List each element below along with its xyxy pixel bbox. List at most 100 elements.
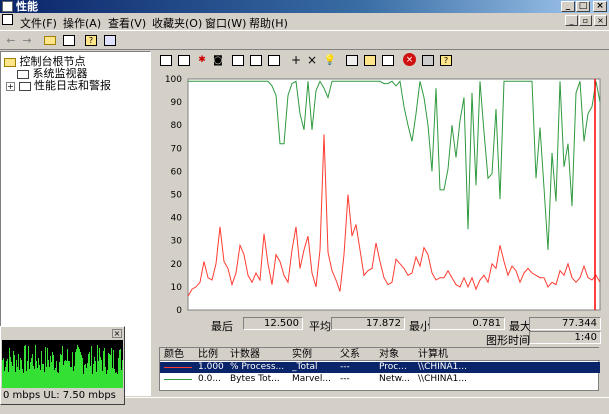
clear-display-icon[interactable] <box>177 53 191 67</box>
logs-icon <box>18 81 31 91</box>
network-activity-bar <box>53 355 54 388</box>
legend-row[interactable]: 1.000 % Process... _Total --- Proc... \\… <box>160 362 600 373</box>
y-tick-label: 60 <box>171 167 183 177</box>
main-toolbar: ← → ? <box>0 30 609 50</box>
network-activity-bar <box>2 360 3 388</box>
system-menu-icon[interactable] <box>2 14 16 28</box>
legend-header-color[interactable]: 颜色 <box>164 348 184 361</box>
network-activity-bar <box>6 361 7 388</box>
menu-window[interactable]: 窗口(W) <box>205 15 246 31</box>
network-activity-bar <box>43 364 44 388</box>
monitor-toolbar: ✱ ◙ + × 💡 × ? <box>153 51 609 71</box>
paste-counter-list-icon[interactable] <box>363 53 377 67</box>
network-activity-bar <box>49 367 50 388</box>
network-activity-bar <box>56 361 57 388</box>
network-activity-bar <box>76 349 77 388</box>
tree-item-logs-alerts[interactable]: + 性能日志和警报 <box>6 77 111 93</box>
network-activity-bar <box>115 373 116 388</box>
legend-object: Netw... <box>379 374 410 384</box>
legend-header-object[interactable]: 对象 <box>379 348 399 361</box>
properties-icon[interactable] <box>381 53 395 67</box>
back-arrow-icon[interactable]: ← <box>4 33 18 47</box>
network-activity-bar <box>78 347 79 388</box>
help-icon[interactable]: ? <box>439 53 453 67</box>
legend-header-counter[interactable]: 计数器 <box>230 348 260 361</box>
network-activity-bar <box>18 354 19 388</box>
network-activity-bar <box>112 368 113 388</box>
freeze-display-icon[interactable]: × <box>403 53 416 66</box>
close-icon[interactable]: × <box>112 329 122 338</box>
view-report-icon[interactable] <box>267 53 281 67</box>
maximize-button[interactable]: □ <box>576 1 590 12</box>
network-activity-bar <box>3 358 4 388</box>
legend-header-instance[interactable]: 实例 <box>292 348 312 361</box>
folder-icon <box>4 57 16 67</box>
network-activity-bar <box>93 364 94 388</box>
copy-properties-icon[interactable] <box>345 53 359 67</box>
help-icon[interactable]: ? <box>84 33 98 47</box>
y-tick-label: 10 <box>171 283 183 293</box>
minimize-button[interactable]: _ <box>561 1 575 12</box>
network-activity-bar <box>33 366 34 388</box>
network-activity-bar <box>97 345 98 388</box>
legend-row[interactable]: 0.0... Bytes Tot... Marvel... --- Netw..… <box>160 374 600 385</box>
network-activity-bar <box>39 365 40 388</box>
view-histogram-icon[interactable] <box>249 53 263 67</box>
duration-value: 1:40 <box>529 331 601 344</box>
network-activity-bar <box>21 360 22 388</box>
network-activity-bar <box>98 361 99 388</box>
network-monitor-widget[interactable]: × 0 mbps UL: 7.50 mbps <box>0 326 125 405</box>
network-activity-bar <box>13 351 14 388</box>
y-tick-label: 80 <box>171 121 183 131</box>
legend-counter: Bytes Tot... <box>230 374 280 384</box>
network-activity-bar <box>54 370 55 388</box>
network-activity-bar <box>100 357 101 388</box>
menu-help[interactable]: 帮助(H) <box>249 15 288 31</box>
minimum-label: 最小 <box>409 320 431 333</box>
legend-header-computer[interactable]: 计算机 <box>418 348 448 361</box>
network-activity-bar <box>11 362 12 388</box>
network-activity-bar <box>106 374 107 388</box>
highlight-icon[interactable]: 💡 <box>323 53 337 67</box>
legend-header-scale[interactable]: 比例 <box>198 348 218 361</box>
view-graph-icon[interactable] <box>231 53 245 67</box>
properties-icon[interactable] <box>103 33 117 47</box>
network-activity-bar <box>7 359 8 388</box>
duration-label: 图形时间 <box>486 334 530 347</box>
network-activity-bar <box>102 371 103 388</box>
up-folder-icon[interactable] <box>43 33 57 47</box>
last-value: 12.500 <box>243 317 303 330</box>
network-activity-bar <box>25 345 26 388</box>
network-activity-bar <box>46 367 47 388</box>
new-counter-set-icon[interactable] <box>159 53 173 67</box>
network-activity-bar <box>85 364 86 388</box>
close-button[interactable]: × <box>593 1 607 12</box>
mdi-minimize-button[interactable]: _ <box>565 15 578 26</box>
update-data-icon[interactable] <box>421 53 435 67</box>
mdi-restore-button[interactable]: ▫ <box>579 15 592 26</box>
menu-file[interactable]: 文件(F) <box>20 15 57 31</box>
expand-icon[interactable]: + <box>6 81 15 91</box>
menu-view[interactable]: 查看(V) <box>108 15 146 31</box>
legend-header-parent[interactable]: 父系 <box>340 348 360 361</box>
y-tick-label: 0 <box>176 306 182 316</box>
view-current-activity-icon[interactable]: ✱ <box>195 53 209 67</box>
menu-favorites[interactable]: 收藏夹(O) <box>152 15 202 31</box>
forward-arrow-icon[interactable]: → <box>20 33 34 47</box>
network-activity-bar <box>65 360 66 388</box>
delete-counter-icon[interactable]: × <box>305 53 319 67</box>
mdi-close-button[interactable]: × <box>594 15 607 26</box>
show-tree-icon[interactable] <box>62 33 76 47</box>
y-axis: 1009080706050403020100 <box>165 75 182 316</box>
network-activity-bar <box>104 348 105 388</box>
title-bar: 性能 _ □ × <box>0 0 609 13</box>
add-counter-icon[interactable]: + <box>289 53 303 67</box>
network-activity-bar <box>20 358 21 388</box>
plot-area <box>187 78 601 311</box>
network-activity-bar <box>61 355 62 388</box>
view-log-data-icon[interactable]: ◙ <box>211 53 225 67</box>
value-bar: 最后 12.500 平均 17.872 最小 0.781 最大 77.344 图… <box>153 316 609 347</box>
menu-action[interactable]: 操作(A) <box>63 15 101 31</box>
legend-computer: \\CHINA1... <box>418 362 467 372</box>
network-activity-bar <box>94 357 95 388</box>
